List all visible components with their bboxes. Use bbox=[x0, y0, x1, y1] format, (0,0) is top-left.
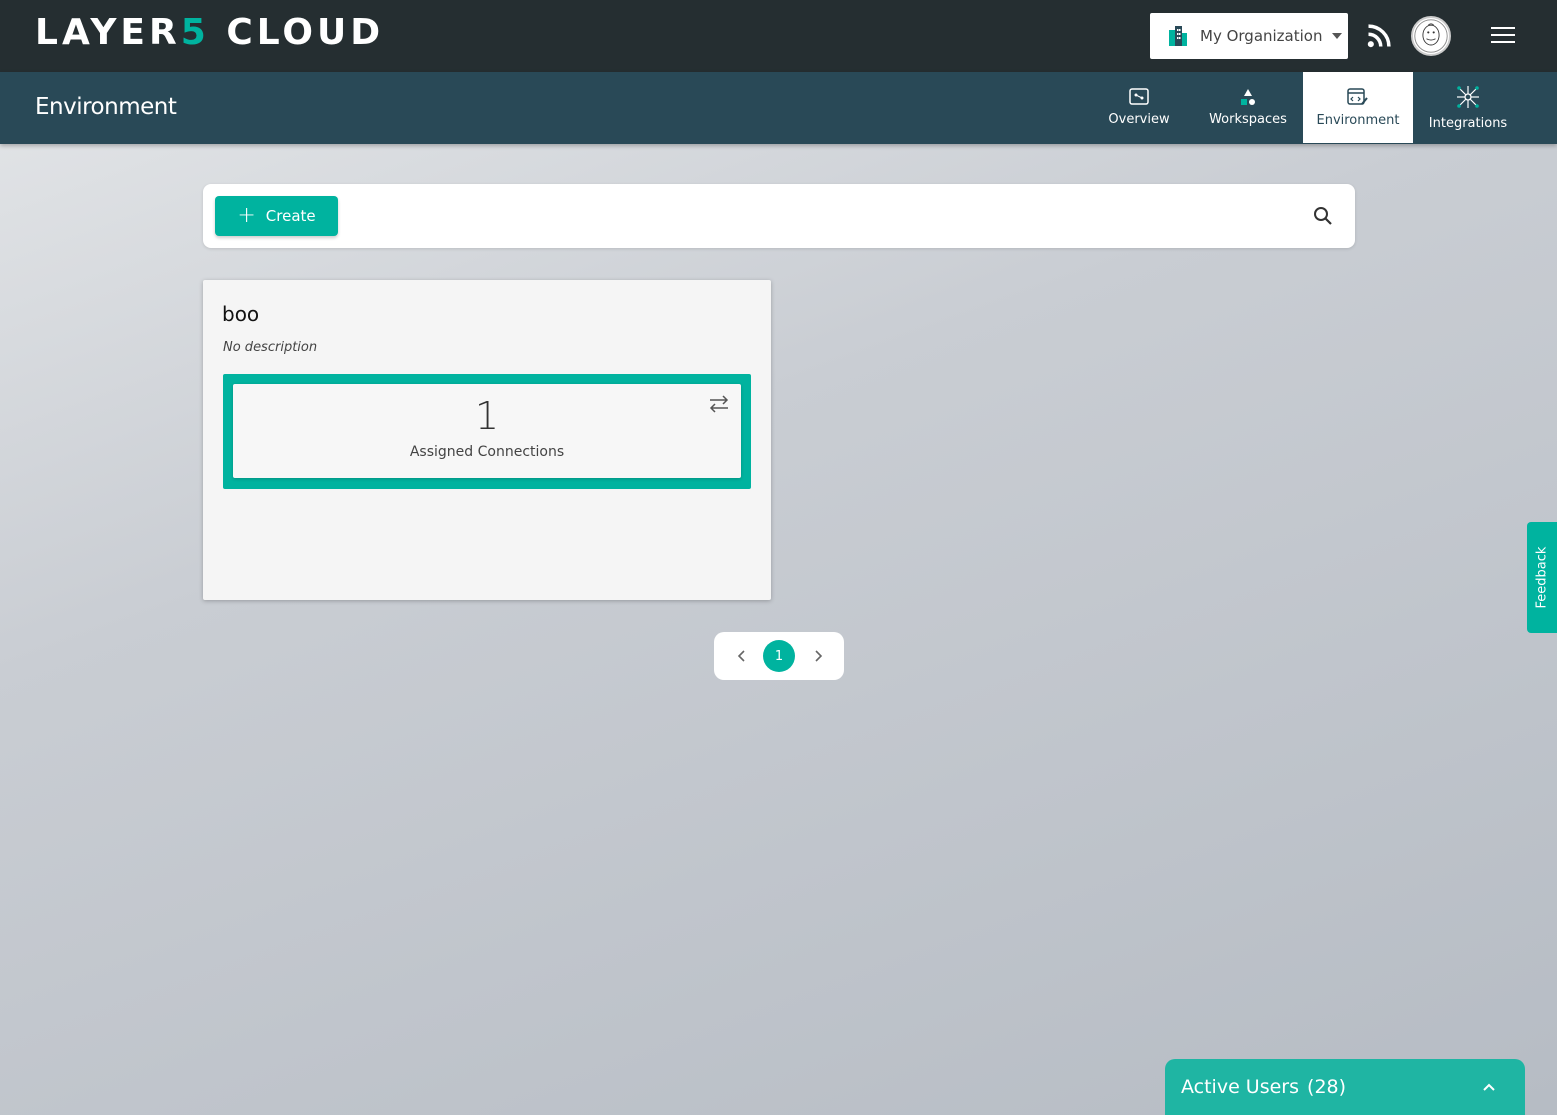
organization-select-value: My Organization bbox=[1200, 27, 1323, 45]
environment-icon bbox=[1347, 88, 1368, 105]
layer5-cloud-logo[interactable]: LAYER5 CLOUD bbox=[35, 15, 384, 51]
chevron-left-icon[interactable] bbox=[734, 648, 750, 664]
feedback-tab[interactable]: Feedback bbox=[1527, 522, 1557, 633]
sub-header: Environment Overview Workspaces Environm… bbox=[0, 72, 1557, 144]
assigned-connections-label: Assigned Connections bbox=[409, 444, 565, 460]
overview-icon bbox=[1129, 88, 1149, 105]
chevron-up-icon[interactable] bbox=[1481, 1079, 1497, 1095]
top-header: LAYER5 CLOUD My Organization bbox=[0, 0, 1557, 72]
avatar[interactable] bbox=[1411, 16, 1451, 56]
integrations-icon bbox=[1457, 86, 1479, 108]
swap-arrows-icon[interactable] bbox=[707, 392, 731, 416]
environment-toolbar: + Create bbox=[203, 184, 1355, 248]
active-users-count: (28) bbox=[1307, 1076, 1347, 1098]
create-button[interactable]: + Create bbox=[215, 196, 338, 236]
search-icon[interactable] bbox=[1311, 204, 1335, 228]
organization-icon bbox=[1169, 26, 1187, 46]
menu-line bbox=[1491, 34, 1515, 36]
tab-label: Integrations bbox=[1428, 116, 1508, 131]
menu-icon[interactable] bbox=[1491, 27, 1515, 45]
menu-line bbox=[1491, 41, 1515, 43]
pagination: 1 bbox=[714, 632, 844, 680]
feedback-label: Feedback bbox=[1534, 546, 1550, 609]
environment-card[interactable]: boo No description 1 Assigned Connection… bbox=[203, 280, 771, 600]
page-title: Environment bbox=[35, 94, 177, 120]
tab-label: Environment bbox=[1316, 113, 1400, 128]
organization-select[interactable]: My Organization bbox=[1150, 13, 1348, 59]
active-users-label: Active Users bbox=[1181, 1076, 1300, 1098]
workspaces-icon bbox=[1241, 89, 1255, 105]
tab-label: Workspaces bbox=[1209, 112, 1287, 127]
logo-text-accent: 5 bbox=[180, 12, 210, 53]
logo-text-main: LAYER bbox=[35, 12, 181, 53]
menu-line bbox=[1491, 27, 1515, 29]
environment-name: boo bbox=[222, 302, 260, 326]
assigned-connections-panel: 1 Assigned Connections bbox=[223, 374, 751, 489]
assigned-connections-box[interactable]: 1 Assigned Connections bbox=[233, 384, 741, 478]
chevron-right-icon[interactable] bbox=[810, 648, 826, 664]
plus-icon: + bbox=[237, 203, 256, 228]
environment-description: No description bbox=[223, 340, 318, 355]
assigned-connections-count: 1 bbox=[474, 394, 500, 438]
active-users-panel[interactable]: Active Users (28) bbox=[1165, 1059, 1525, 1115]
tab-workspaces[interactable]: Workspaces bbox=[1193, 72, 1303, 143]
caret-down-icon bbox=[1332, 33, 1342, 39]
tab-overview[interactable]: Overview bbox=[1084, 72, 1194, 143]
create-button-label: Create bbox=[265, 207, 316, 225]
pagination-page[interactable]: 1 bbox=[763, 640, 795, 672]
logo-text-suffix: CLOUD bbox=[209, 12, 385, 53]
tab-environment[interactable]: Environment bbox=[1303, 72, 1413, 143]
tab-integrations[interactable]: Integrations bbox=[1413, 72, 1523, 143]
rss-icon[interactable] bbox=[1365, 22, 1393, 50]
tab-label: Overview bbox=[1108, 112, 1170, 127]
